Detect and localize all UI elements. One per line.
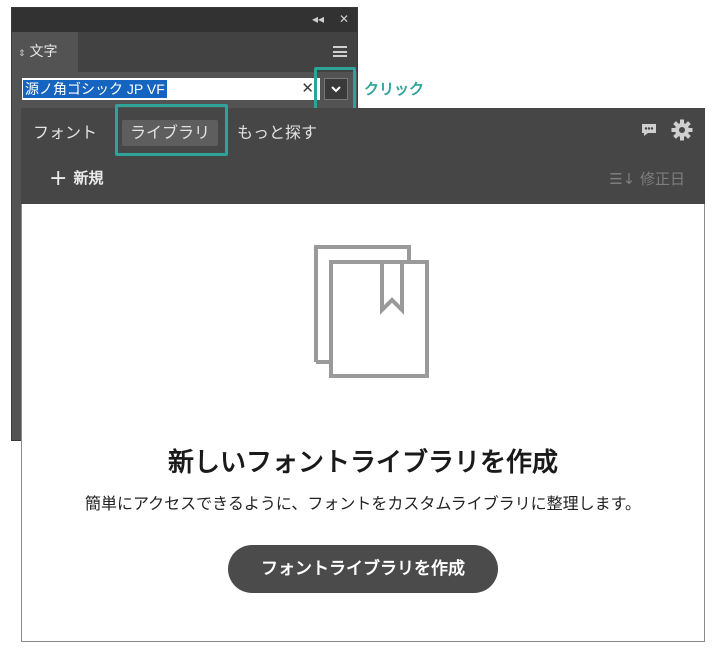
create-font-library-button[interactable]: フォントライブラリを作成	[228, 545, 498, 593]
new-label: 新規	[73, 169, 104, 187]
tab-label: 文字	[29, 44, 58, 60]
sort-icon: ☰↓	[609, 170, 636, 188]
clear-icon[interactable]: ✕	[301, 79, 314, 97]
tab-character[interactable]: ⇕ 文字	[12, 32, 78, 72]
plus-icon: +	[49, 166, 68, 191]
panel-tab-row: ⇕ 文字	[12, 32, 357, 72]
collapse-icon[interactable]: ◂◂	[312, 11, 324, 27]
click-annotation: クリック	[364, 80, 425, 98]
panel-title-bar: ◂◂ ✕	[12, 8, 357, 32]
tab-fonts[interactable]: フォント	[33, 120, 97, 146]
new-library-button[interactable]: + 新規	[49, 166, 103, 191]
tab-find-more[interactable]: もっと探す	[237, 120, 317, 146]
font-family-selected-text[interactable]: 源ノ角ゴシック JP VF	[23, 80, 167, 98]
highlight-box-dropdown	[314, 67, 356, 111]
empty-state-description: 簡単にアクセスできるように、フォントをカスタムライブラリに整理します。	[84, 494, 641, 513]
library-illustration-icon	[314, 245, 429, 378]
empty-state-title: 新しいフォントライブラリを作成	[167, 448, 558, 478]
highlight-box-library	[115, 104, 228, 156]
comment-icon[interactable]	[640, 121, 658, 139]
gear-icon[interactable]	[671, 119, 693, 141]
sort-label: 修正日	[639, 170, 685, 188]
font-family-input[interactable]: 源ノ角ゴシック JP VF ✕	[22, 78, 320, 100]
close-panel-icon[interactable]: ✕	[339, 11, 349, 27]
sort-button[interactable]: ☰↓ 修正日	[609, 168, 685, 190]
tab-arrows-icon: ⇕	[18, 49, 26, 59]
menu-icon[interactable]	[333, 46, 347, 57]
font-popup-body: 新しいフォントライブラリを作成 簡単にアクセスできるように、フォントをカスタムラ…	[21, 204, 705, 642]
